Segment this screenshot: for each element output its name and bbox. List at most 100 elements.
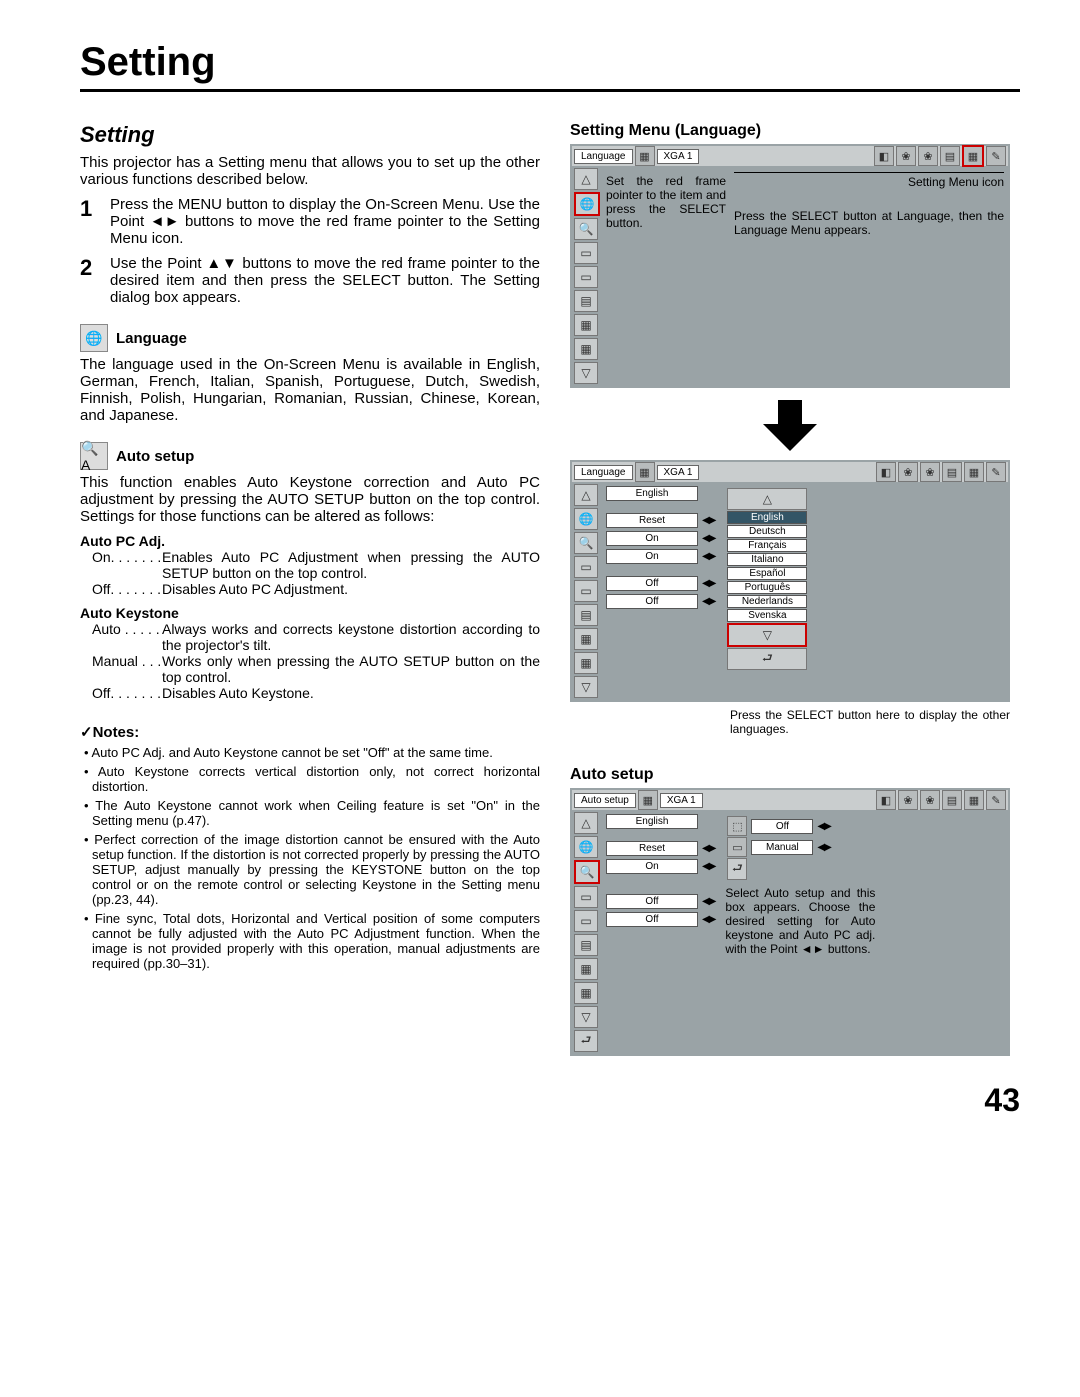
box-icon: ▭ [727,837,747,857]
autosetup-label: Auto setup [116,448,194,465]
scroll-up-icon: △ [574,812,598,834]
step-1: 1 Press the MENU button to display the O… [80,196,540,247]
osd-menu-3: Auto setup ▦ XGA 1 ◧ ❀ ❀ ▤ ▦ ✎ △ 🌐 🔍 [570,788,1010,1056]
scroll-down-icon: ▽ [727,623,807,647]
option-value: Disables Auto PC Adjustment. [162,581,540,597]
step-number: 1 [80,196,100,247]
scroll-up-icon: △ [574,484,598,506]
menu-icon: ◧ [876,462,896,482]
option-value: Works only when pressing the AUTO SETUP … [162,653,540,685]
note-item: • The Auto Keystone cannot work when Cei… [92,798,540,828]
side-icon: 🔍 [574,218,598,240]
menu-icon: ▦ [964,462,984,482]
return-icon: ⮐ [727,648,807,670]
step-text: Use the Point ▲▼ buttons to move the red… [110,255,540,306]
lang-item: Português [727,581,807,594]
menu-icon: ❀ [920,462,940,482]
option-key: Off. . . . . . . [92,685,162,701]
autopc-heading: Auto PC Adj. [80,533,540,549]
autosetup-icon: 🔍A [80,442,108,470]
lang-item: Español [727,567,807,580]
lang-item: Deutsch [727,525,807,538]
osd-value: On [606,531,698,546]
osd-title-field: Auto setup [574,793,636,808]
scroll-up-icon: △ [727,488,807,510]
scroll-up-icon: △ [574,168,598,190]
autoks-heading: Auto Keystone [80,605,540,621]
osd-value: English [606,814,698,829]
scroll-down-icon: ▽ [574,676,598,698]
osd-value: Reset [606,841,698,856]
osd-value: On [606,549,698,564]
autosetup-box: ⬚Off◀▶ ▭Manual◀▶ ⮐ [725,814,839,882]
osd-source-field: XGA 1 [657,149,700,164]
side-icon: ▭ [574,886,598,908]
arrows-icon: ◀▶ [702,843,715,854]
menu-icon: ✎ [986,146,1006,166]
menu-icon: ◧ [876,790,896,810]
language-list: △ English Deutsch Français Italiano Espa… [725,486,809,672]
option-key: Manual . . . [92,653,162,685]
side-icon: ▦ [574,338,598,360]
osd-title-field: Language [574,149,633,164]
side-icon: ▭ [574,242,598,264]
arrows-icon: ◀▶ [702,861,715,872]
intro-text: This projector has a Setting menu that a… [80,154,540,188]
note-item: • Auto PC Adj. and Auto Keystone cannot … [92,745,540,760]
side-icon: ▭ [574,580,598,602]
osd-value: Off [606,576,698,591]
lang-item: English [727,511,807,524]
side-icon: ▦ [574,958,598,980]
menu-icon: ▤ [942,462,962,482]
arrows-icon: ◀▶ [702,914,715,925]
note-item: • Auto Keystone corrects vertical distor… [92,764,540,794]
box-icon: ⬚ [727,816,747,836]
down-arrow-icon [760,394,820,454]
side-icon: ▤ [574,934,598,956]
return-icon: ⮐ [574,1030,598,1052]
globe-icon: 🌐 [80,324,108,352]
side-icon: ▭ [574,266,598,288]
menu-icon: ▦ [962,145,984,167]
side-icon: ▭ [574,910,598,932]
side-icon: 🔍 [574,860,600,884]
callout-select: Press the SELECT button at Language, the… [734,209,1004,237]
osd-value: Manual [751,840,813,855]
option-key: On. . . . . . . [92,549,162,581]
step-number: 2 [80,255,100,306]
osd-title-field: Language [574,465,633,480]
section-heading: Setting [80,122,540,148]
menu-icon: ▤ [942,790,962,810]
arrows-icon: ◀▶ [702,551,715,562]
menu-icon: ❀ [920,790,940,810]
lang-item: Français [727,539,807,552]
side-icon: ▦ [574,314,598,336]
menu-icon: ❀ [898,462,918,482]
globe-icon: 🌐 [574,508,598,530]
osd-value: Reset [606,513,698,528]
return-icon: ⮐ [727,858,747,880]
menu-icon: ▦ [964,790,984,810]
menu-icon: ✎ [986,790,1006,810]
source-icon: ▦ [638,790,658,810]
side-icon: ▦ [574,982,598,1004]
globe-icon: 🌐 [574,836,598,858]
arrows-icon: ◀▶ [702,596,715,607]
language-label: Language [116,330,187,347]
arrows-icon: ◀▶ [702,896,715,907]
arrows-icon: ◀▶ [702,533,715,544]
option-key: Off. . . . . . . [92,581,162,597]
step-2: 2 Use the Point ▲▼ buttons to move the r… [80,255,540,306]
arrows-icon: ◀▶ [817,821,830,832]
side-icon: ▤ [574,604,598,626]
scroll-down-icon: ▽ [574,1006,598,1028]
osd-value: Off [751,819,813,834]
source-icon: ▦ [635,462,655,482]
side-icon: ▦ [574,652,598,674]
osd-value: Off [606,594,698,609]
page-title: Setting [80,40,1020,92]
menu-icon: ❀ [918,146,938,166]
language-desc: The language used in the On-Screen Menu … [80,356,540,424]
globe-icon: 🌐 [574,192,600,216]
note-item: • Perfect correction of the image distor… [92,832,540,907]
